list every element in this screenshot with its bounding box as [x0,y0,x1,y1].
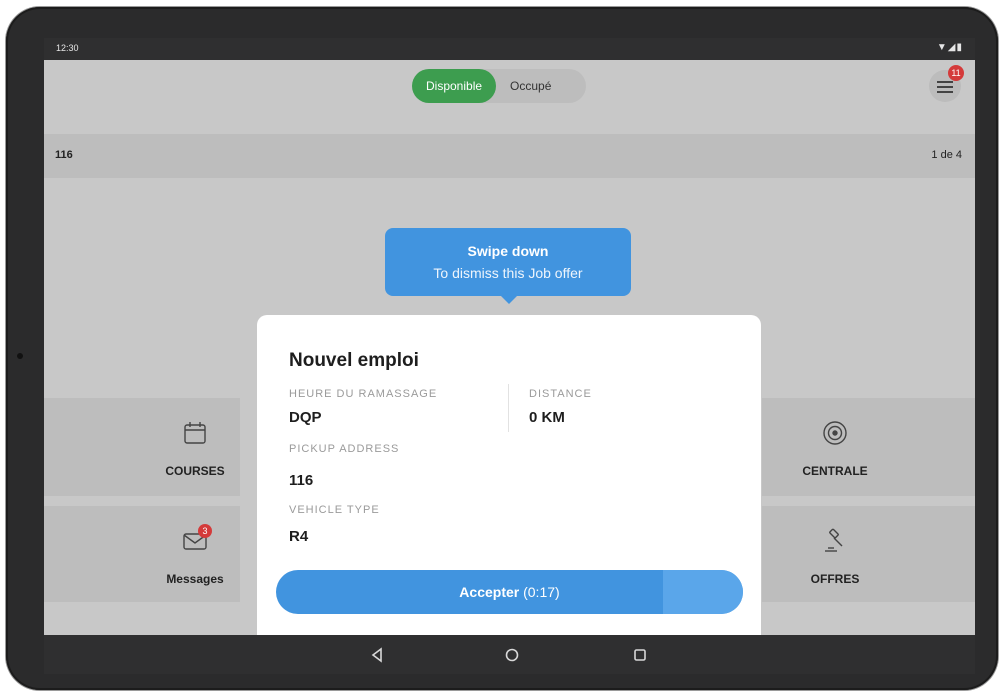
busy-toggle-button[interactable]: Occupé [496,69,565,103]
centrale-tile[interactable]: CENTRALE [762,398,975,496]
menu-notification-badge: 11 [948,65,964,81]
job-info-strip: 116 1 de 4 [44,134,975,178]
status-time: 12:30 [56,43,79,53]
back-triangle-icon[interactable] [369,646,387,664]
accept-timer: (0:17) [523,584,560,600]
offres-tile[interactable]: OFFRES [762,506,975,602]
messages-label: Messages [166,572,224,586]
field-divider [508,384,509,432]
android-nav-bar [44,635,975,674]
camera-dot [17,353,23,359]
available-toggle-button[interactable]: Disponible [412,69,497,103]
android-status-bar: 12:30 ▼◢▮ [44,38,975,60]
job-offer-sheet[interactable]: Nouvel emploi HEURE DU RAMASSAGE DQP DIS… [257,315,761,645]
availability-toggle: Disponible Occupé [412,69,586,103]
courses-label: COURSES [165,464,225,478]
device-screen: 12:30 ▼◢▮ Disponible Occupé 11 116 1 de … [44,38,975,674]
job-pager-text: 1 de 4 [931,149,962,161]
envelope-icon: 3 [141,524,249,554]
target-icon [770,420,900,446]
app-header: Disponible Occupé 11 [44,60,975,110]
swipe-hint-tooltip: Swipe down To dismiss this Job offer [385,228,631,304]
pickup-time-label: HEURE DU RAMASSAGE [289,388,438,400]
messages-badge: 3 [198,524,212,538]
gavel-icon [770,528,900,554]
distance-value: 0 KM [529,409,565,426]
job-id-text: 116 [55,149,73,161]
home-circle-icon[interactable] [503,646,521,664]
centrale-label: CENTRALE [802,464,868,478]
distance-label: DISTANCE [529,388,592,400]
tooltip-subtitle: To dismiss this Job offer [433,265,583,281]
pickup-address-value: 116 [289,472,314,489]
vehicle-type-label: VEHICLE TYPE [289,504,380,516]
recent-apps-square-icon[interactable] [631,646,649,664]
pickup-time-value: DQP [289,409,322,426]
vehicle-type-value: R4 [289,528,309,545]
accept-label: Accepter [459,584,524,600]
calendar-icon [141,420,249,446]
courses-tile[interactable]: COURSES [44,398,240,496]
tooltip-title: Swipe down [467,243,549,259]
accept-countdown-progress [663,570,743,614]
hamburger-menu-button[interactable]: 11 [929,65,964,102]
tablet-bezel: 12:30 ▼◢▮ Disponible Occupé 11 116 1 de … [6,7,998,690]
accept-button[interactable]: Accepter (0:17) [276,570,743,614]
offres-label: OFFRES [810,572,860,586]
system-status-icons: ▼◢▮ [936,42,963,53]
pickup-address-label: PICKUP ADDRESS [289,443,400,455]
messages-tile[interactable]: 3 Messages [44,506,240,602]
job-offer-title: Nouvel emploi [289,350,419,371]
hamburger-icon [937,81,953,83]
